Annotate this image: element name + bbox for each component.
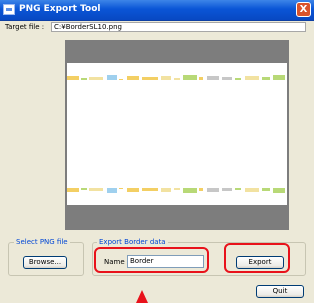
highlight-name-field: [94, 247, 209, 273]
border-strip-segment: [174, 188, 180, 190]
browse-button[interactable]: Browse...: [23, 256, 67, 269]
select-png-group: Select PNG file Browse...: [8, 238, 84, 276]
border-strip-segment: [89, 77, 103, 80]
border-strip-segment: [273, 75, 285, 80]
target-file-path: C:¥BorderSL10.png: [51, 22, 306, 32]
border-strip-segment: [222, 188, 232, 191]
border-strip-segment: [67, 76, 79, 80]
border-strip-segment: [199, 188, 203, 191]
preview-canvas: [67, 63, 287, 205]
window-title: PNG Export Tool: [19, 4, 101, 14]
border-strip-bottom: [67, 188, 287, 198]
border-strip-segment: [127, 76, 139, 80]
border-strip-segment: [142, 188, 158, 191]
border-strip-segment: [107, 75, 117, 80]
border-strip-segment: [207, 76, 219, 80]
border-strip-segment: [119, 188, 123, 189]
border-strip-top: [67, 70, 287, 80]
export-border-legend: Export Border data: [97, 238, 168, 246]
border-strip-segment: [81, 188, 87, 190]
border-strip-segment: [161, 76, 171, 80]
border-strip-segment: [235, 188, 241, 190]
border-strip-segment: [262, 77, 270, 80]
border-strip-segment: [119, 79, 123, 80]
border-strip-segment: [183, 188, 197, 193]
highlight-export-button: [224, 243, 290, 273]
border-strip-segment: [142, 77, 158, 80]
border-strip-segment: [161, 188, 171, 192]
border-strip-segment: [207, 188, 219, 192]
border-strip-segment: [222, 77, 232, 80]
title-bar: PNG Export Tool X: [0, 0, 314, 21]
border-strip-segment: [235, 78, 241, 80]
border-strip-segment: [81, 78, 87, 80]
select-png-legend: Select PNG file: [14, 238, 70, 246]
border-strip-segment: [67, 188, 79, 192]
border-strip-segment: [183, 75, 197, 80]
border-strip-segment: [199, 77, 203, 80]
border-strip-segment: [245, 76, 259, 80]
close-button[interactable]: X: [296, 2, 311, 17]
border-strip-segment: [174, 78, 180, 80]
border-strip-segment: [273, 188, 285, 193]
border-strip-segment: [262, 188, 270, 191]
app-icon: [3, 4, 15, 15]
target-file-label: Target file :: [5, 23, 45, 31]
image-preview: [65, 40, 289, 230]
border-strip-segment: [107, 188, 117, 193]
border-strip-segment: [245, 188, 259, 192]
border-strip-segment: [89, 188, 103, 191]
quit-button[interactable]: Quit: [256, 285, 304, 298]
png-export-tool-window: PNG Export Tool X Target file : C:¥Borde…: [0, 0, 314, 303]
pointer-arrow-icon: [136, 290, 148, 303]
border-strip-segment: [127, 188, 139, 192]
